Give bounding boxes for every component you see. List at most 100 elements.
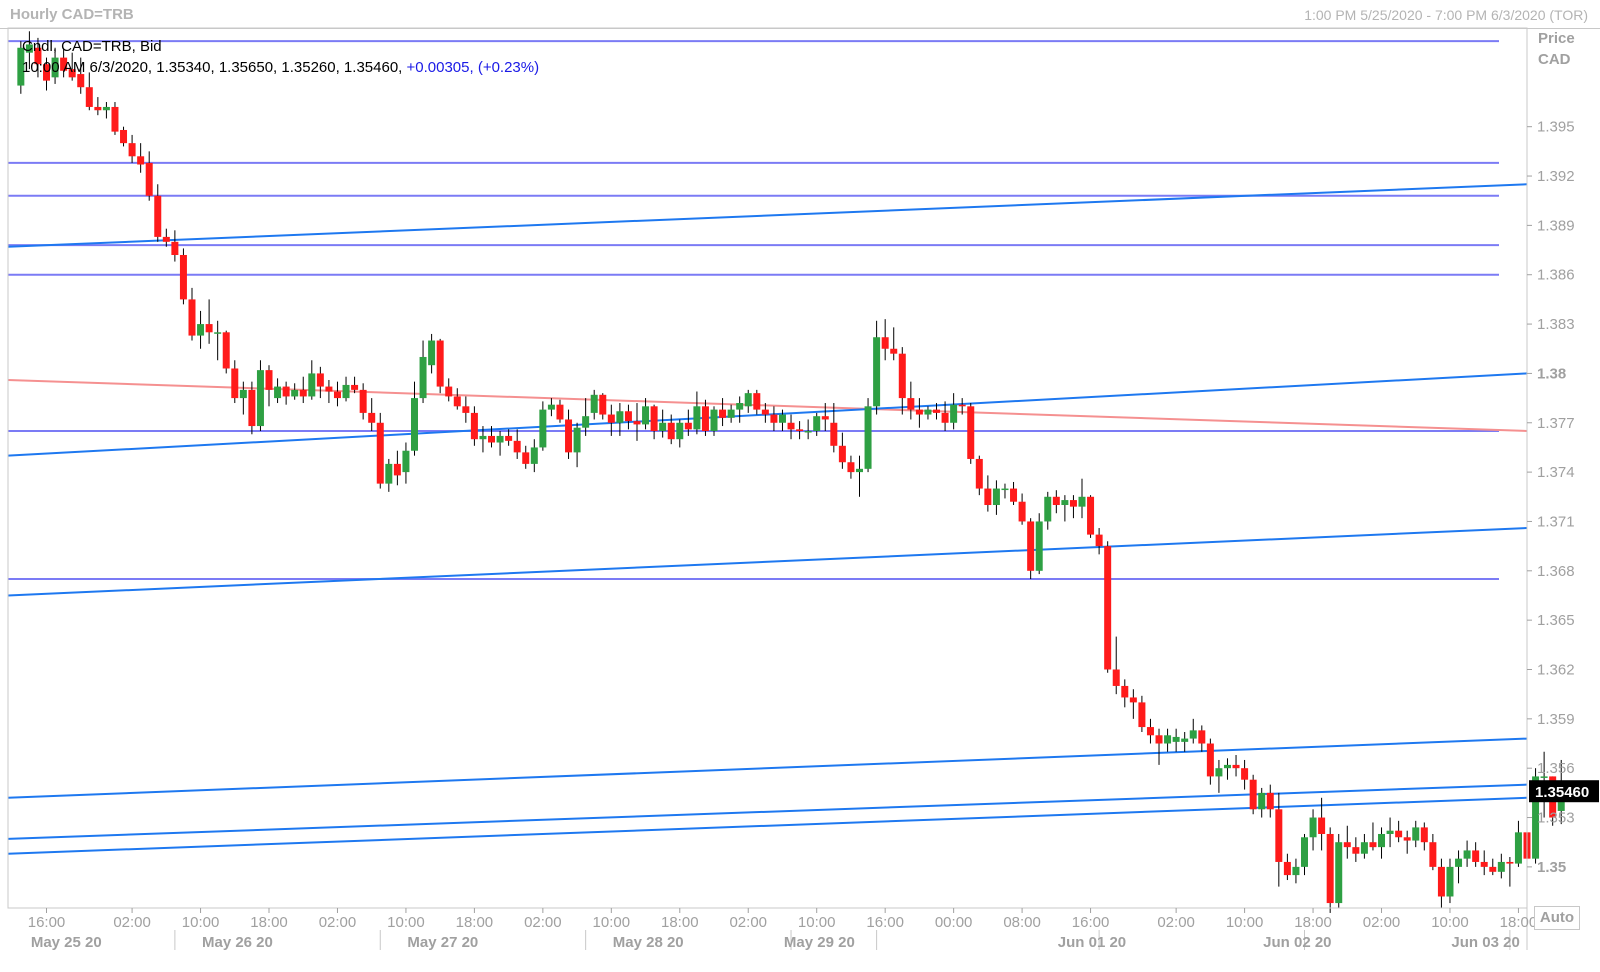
- candle-up: [102, 106, 110, 111]
- candle-down: [179, 254, 187, 300]
- candle-down: [299, 389, 307, 397]
- candle-down: [137, 156, 145, 165]
- candle-down: [453, 396, 461, 407]
- chart-root: Hourly CAD=TRB 1:00 PM 5/25/2020 - 7:00 …: [0, 0, 1600, 972]
- y-tick-label: 1.386: [1537, 267, 1575, 284]
- candle-down: [667, 422, 675, 440]
- candle-down: [1266, 792, 1274, 810]
- candle-down: [162, 236, 170, 242]
- candle-up: [291, 389, 299, 397]
- date-label: Jun 02 20: [1263, 934, 1331, 951]
- date-label: Jun 03 20: [1451, 934, 1519, 951]
- candle-down: [770, 414, 778, 423]
- candle-down: [188, 299, 196, 336]
- candle-down: [941, 412, 949, 423]
- candle-down: [1112, 669, 1120, 686]
- candle-down: [145, 162, 153, 196]
- candle-down: [1343, 842, 1351, 848]
- candle-up: [239, 389, 247, 399]
- candle-up: [1446, 866, 1454, 897]
- candle-down: [796, 429, 804, 431]
- candle-down: [1241, 768, 1249, 780]
- x-tick-label: 18:00: [456, 914, 494, 931]
- candle-down: [1429, 842, 1437, 867]
- candle-down: [719, 409, 727, 418]
- candle-down: [1087, 496, 1095, 535]
- candle-up: [539, 409, 547, 448]
- candle-down: [821, 416, 829, 420]
- x-tick-label: 02:00: [1157, 914, 1195, 931]
- candle-up: [1164, 735, 1172, 744]
- y-tick-label: 1.365: [1537, 612, 1575, 629]
- candle-down: [1010, 488, 1018, 502]
- legend-change-pct: (+0.23%): [477, 59, 540, 76]
- y-tick-label: 1.368: [1537, 563, 1575, 580]
- auto-scale-button[interactable]: Auto: [1534, 906, 1580, 930]
- candle-down: [761, 409, 769, 415]
- candle-up: [1292, 866, 1300, 876]
- x-tick-label: 02:00: [319, 914, 357, 931]
- candle-up: [950, 404, 958, 423]
- y-tick-label: 1.371: [1537, 513, 1575, 530]
- candle-down: [1249, 779, 1257, 810]
- candle-up: [693, 406, 701, 430]
- candle-down: [1318, 817, 1326, 834]
- candle-down: [282, 386, 290, 397]
- x-tick-label: 16:00: [28, 914, 66, 931]
- candle-down: [513, 440, 521, 453]
- candle-down: [958, 404, 966, 407]
- candle-up: [419, 356, 427, 399]
- candle-down: [248, 389, 256, 427]
- candle-down: [488, 435, 496, 443]
- candle-down: [316, 373, 324, 387]
- candle-up: [1035, 521, 1043, 571]
- candle-down: [650, 406, 658, 431]
- candle-down: [393, 463, 401, 476]
- candle-down: [1104, 546, 1112, 670]
- candle-up: [402, 450, 410, 473]
- x-tick-label: 16:00: [1072, 914, 1110, 931]
- candle-down: [1275, 809, 1283, 862]
- candle-up: [864, 406, 872, 469]
- candle-down: [85, 87, 93, 107]
- date-label: May 27 20: [407, 934, 478, 951]
- candle-up: [214, 332, 222, 334]
- candle-down: [325, 386, 333, 392]
- date-label: May 25 20: [31, 934, 102, 951]
- candle-down: [376, 422, 384, 484]
- trend-line: [7, 796, 1528, 855]
- axes: 1.395 1.392 1.389 1.386 1.383 1.38 1.377 1.374 1…: [7, 27, 1599, 951]
- candle-up: [1061, 500, 1069, 506]
- date-label: May 26 20: [202, 934, 273, 951]
- candle-up: [1223, 764, 1231, 769]
- candle-up: [1300, 837, 1308, 867]
- candle-down: [470, 412, 478, 440]
- candle-up: [855, 468, 863, 473]
- candle-up: [1412, 827, 1420, 841]
- candle-down: [333, 391, 341, 399]
- candle-up: [547, 404, 555, 410]
- candle-down: [1052, 496, 1060, 506]
- candle-up: [992, 488, 1000, 506]
- x-tick-label: 18:00: [250, 914, 288, 931]
- candle-up: [744, 393, 752, 407]
- candle-down: [607, 414, 615, 423]
- candle-down: [1146, 727, 1154, 736]
- x-tick-label: 10:00: [593, 914, 631, 931]
- candle-down: [684, 422, 692, 430]
- legend-ohlc-row: 10:00 AM 6/3/2020, 1.35340, 1.35650, 1.3…: [22, 57, 539, 78]
- candle-up: [256, 370, 264, 427]
- candle-up: [813, 416, 821, 431]
- candle-down: [445, 386, 453, 397]
- candle-down: [1095, 534, 1103, 547]
- y-tick-label: 1.383: [1537, 316, 1575, 333]
- candle-down: [205, 324, 213, 333]
- y-tick-label: 1.395: [1537, 119, 1575, 136]
- candle-down: [1395, 830, 1403, 838]
- candle-up: [659, 422, 667, 431]
- y-tick-label: 1.356: [1537, 760, 1575, 777]
- trend-line: [7, 183, 1528, 248]
- candlestick-chart[interactable]: 1.395 1.392 1.389 1.386 1.383 1.38 1.377 1.374 1…: [0, 0, 1600, 972]
- candle-down: [847, 462, 855, 473]
- candle-down: [462, 406, 470, 413]
